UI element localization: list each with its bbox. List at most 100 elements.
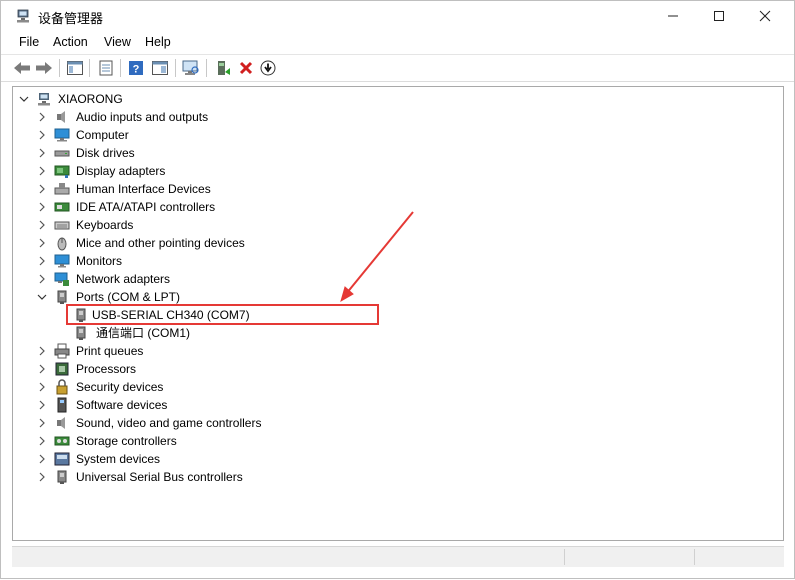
status-bar: [12, 546, 784, 567]
category-label: Security devices: [76, 380, 164, 394]
chevron-right-icon[interactable]: [37, 126, 47, 144]
sound-controller-icon: [57, 417, 65, 429]
category-label: Storage controllers: [76, 434, 177, 448]
red-x-icon: [239, 61, 253, 75]
chevron-right-icon[interactable]: [37, 396, 47, 414]
annotation-highlight-box: [66, 304, 379, 325]
update-driver-button[interactable]: [214, 59, 232, 77]
computer-icon: [54, 128, 70, 142]
hid-icon: [54, 183, 70, 195]
action-pane-button[interactable]: [151, 59, 169, 77]
category-label: Computer: [76, 128, 129, 142]
action-pane-icon: [152, 61, 168, 75]
menu-view[interactable]: View: [104, 35, 131, 49]
printer-icon: [54, 343, 70, 359]
chevron-right-icon[interactable]: [37, 198, 47, 216]
scan-hardware-icon: [182, 60, 199, 75]
help-icon: ?: [129, 61, 143, 76]
toolbar-separator: [206, 59, 207, 77]
menu-help[interactable]: Help: [145, 35, 171, 49]
chevron-right-icon[interactable]: [37, 468, 47, 486]
toolbar-separator: [120, 59, 121, 77]
chevron-down-icon[interactable]: [37, 288, 47, 306]
software-device-icon: [57, 397, 67, 413]
minimize-button[interactable]: [650, 1, 696, 31]
category-label: Processors: [76, 362, 137, 376]
display-adapter-icon: [54, 165, 70, 178]
port-device-label: 通信端口 (COM1): [96, 326, 190, 340]
chevron-right-icon[interactable]: [37, 144, 47, 162]
chevron-right-icon[interactable]: [37, 216, 47, 234]
category-label: Display adapters: [76, 164, 166, 178]
chevron-right-icon[interactable]: [37, 180, 47, 198]
console-tree-icon: [67, 61, 83, 75]
update-driver-icon: [218, 61, 230, 75]
category-label: IDE ATA/ATAPI controllers: [76, 200, 216, 214]
port-icon: [57, 290, 67, 304]
disable-device-button[interactable]: [259, 59, 277, 77]
title-bar: 设备管理器: [1, 1, 794, 31]
chevron-right-icon[interactable]: [37, 378, 47, 396]
category-label: Mice and other pointing devices: [76, 236, 245, 250]
category-label: Print queues: [76, 344, 144, 358]
chevron-right-icon[interactable]: [37, 162, 47, 180]
status-cell: [564, 549, 695, 565]
back-button[interactable]: [13, 59, 31, 77]
properties-icon: [99, 60, 113, 76]
tree-root-label: XIAORONG: [58, 92, 123, 106]
chevron-down-icon[interactable]: [19, 90, 29, 108]
toolbar-separator: [175, 59, 176, 77]
forward-button[interactable]: [35, 59, 53, 77]
toolbar: ?: [1, 54, 794, 82]
keyboard-icon: [54, 221, 70, 230]
category-label: Keyboards: [76, 218, 134, 232]
status-cell: [694, 549, 783, 565]
monitor-icon: [54, 254, 70, 268]
back-arrow-icon: [14, 62, 30, 74]
chevron-right-icon[interactable]: [37, 342, 47, 360]
chevron-right-icon[interactable]: [37, 414, 47, 432]
network-adapter-icon: [54, 272, 69, 286]
menu-file[interactable]: File: [19, 35, 39, 49]
close-button[interactable]: [742, 1, 788, 31]
mouse-icon: [57, 237, 67, 251]
chevron-right-icon[interactable]: [37, 432, 47, 450]
toolbar-separator: [89, 59, 90, 77]
maximize-icon: [714, 11, 724, 21]
speaker-icon: [57, 111, 65, 123]
maximize-button[interactable]: [696, 1, 742, 31]
chevron-right-icon[interactable]: [37, 450, 47, 468]
category-label: Universal Serial Bus controllers: [76, 470, 243, 484]
usb-controller-icon: [57, 470, 67, 484]
chevron-right-icon[interactable]: [37, 270, 47, 288]
forward-arrow-icon: [36, 62, 52, 74]
security-device-icon: [56, 379, 68, 395]
chevron-right-icon[interactable]: [37, 252, 47, 270]
category-label: Human Interface Devices: [76, 182, 211, 196]
chevron-right-icon[interactable]: [37, 234, 47, 252]
chevron-right-icon[interactable]: [37, 360, 47, 378]
close-icon: [759, 10, 771, 22]
down-arrow-circle-icon: [260, 60, 276, 76]
processor-icon: [55, 362, 69, 376]
menu-action[interactable]: Action: [53, 35, 88, 49]
uninstall-device-button[interactable]: [237, 59, 255, 77]
chevron-right-icon[interactable]: [37, 108, 47, 126]
window-title: 设备管理器: [38, 11, 104, 26]
show-hide-console-tree-button[interactable]: [66, 59, 84, 77]
help-button[interactable]: ?: [127, 59, 145, 77]
category-label: Software devices: [76, 398, 168, 412]
ide-controller-icon: [54, 202, 70, 212]
category-label: Network adapters: [76, 272, 171, 286]
toolbar-separator: [59, 59, 60, 77]
category-label: Disk drives: [76, 146, 135, 160]
category-label: Sound, video and game controllers: [76, 416, 262, 430]
system-device-icon: [54, 452, 70, 466]
menu-bar: File Action View Help: [1, 31, 794, 53]
disk-drive-icon: [54, 150, 70, 157]
device-manager-icon: [17, 9, 29, 23]
scan-hardware-button[interactable]: [182, 59, 200, 77]
category-label: Monitors: [76, 254, 123, 268]
category-label: System devices: [76, 452, 161, 466]
properties-button[interactable]: [97, 59, 115, 77]
